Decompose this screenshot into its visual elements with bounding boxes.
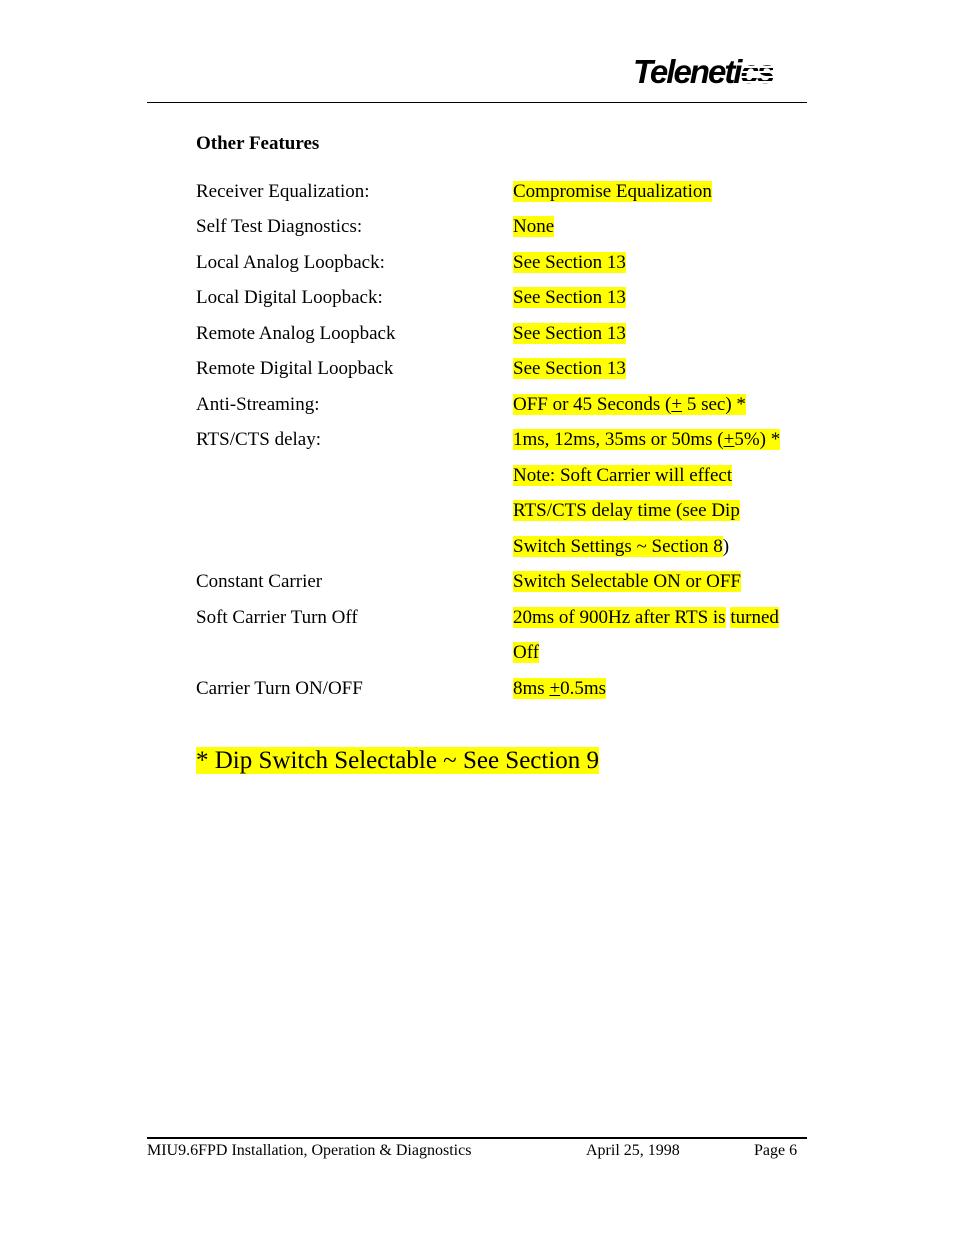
plus-minus-symbol: +	[723, 429, 735, 450]
feature-label: Remote Digital Loopback	[196, 358, 394, 379]
feature-value-continued: Note: Soft Carrier will effect	[513, 465, 733, 486]
logo-text: Teleneti	[633, 53, 742, 90]
feature-label: Carrier Turn ON/OFF	[196, 678, 363, 699]
feature-value: None	[513, 216, 555, 237]
logo-tail: cs	[740, 53, 775, 90]
feature-value: See Section 13	[513, 358, 626, 379]
feature-label: Local Digital Loopback:	[196, 287, 383, 308]
feature-label: Local Analog Loopback:	[196, 252, 385, 273]
section-title: Other Features	[196, 133, 320, 154]
feature-label: RTS/CTS delay:	[196, 429, 322, 450]
footer-doc-title: MIU9.6FPD Installation, Operation & Diag…	[147, 1142, 472, 1159]
feature-value: See Section 13	[513, 287, 626, 308]
feature-label: Self Test Diagnostics:	[196, 216, 363, 237]
header-rule	[147, 102, 807, 103]
feature-value: Compromise Equalization	[513, 181, 712, 202]
feature-value-continued: Off	[513, 642, 540, 663]
footer-page-number: Page 6	[754, 1142, 798, 1159]
footer-date: April 25, 1998	[586, 1142, 680, 1159]
plus-minus-symbol: +	[549, 678, 561, 699]
feature-value: OFF or 45 Seconds (+ 5 sec) *	[513, 394, 746, 415]
footer-rule	[147, 1137, 807, 1139]
feature-value: See Section 13	[513, 323, 626, 344]
feature-value: 8ms +0.5ms	[513, 678, 607, 699]
telenetics-logo: Telenetics	[633, 53, 775, 90]
feature-value-continued: Switch Settings ~ Section 8)	[513, 536, 730, 557]
feature-value: Switch Selectable ON or OFF	[513, 571, 741, 592]
feature-label: Anti-Streaming:	[196, 394, 320, 415]
feature-label: Remote Analog Loopback	[196, 323, 396, 344]
feature-label: Soft Carrier Turn Off	[196, 607, 358, 628]
plus-minus-symbol: +	[671, 394, 683, 415]
feature-label: Receiver Equalization:	[196, 181, 370, 202]
feature-value-continued: RTS/CTS delay time (see Dip	[513, 500, 740, 521]
feature-value: 1ms, 12ms, 35ms or 50ms (+5%) *	[513, 429, 781, 450]
feature-value: 20ms of 900Hz after RTS is turned	[513, 607, 779, 628]
feature-label: Constant Carrier	[196, 571, 323, 592]
footnote: * Dip Switch Selectable ~ See Section 9	[196, 747, 600, 774]
feature-value: See Section 13	[513, 252, 626, 273]
